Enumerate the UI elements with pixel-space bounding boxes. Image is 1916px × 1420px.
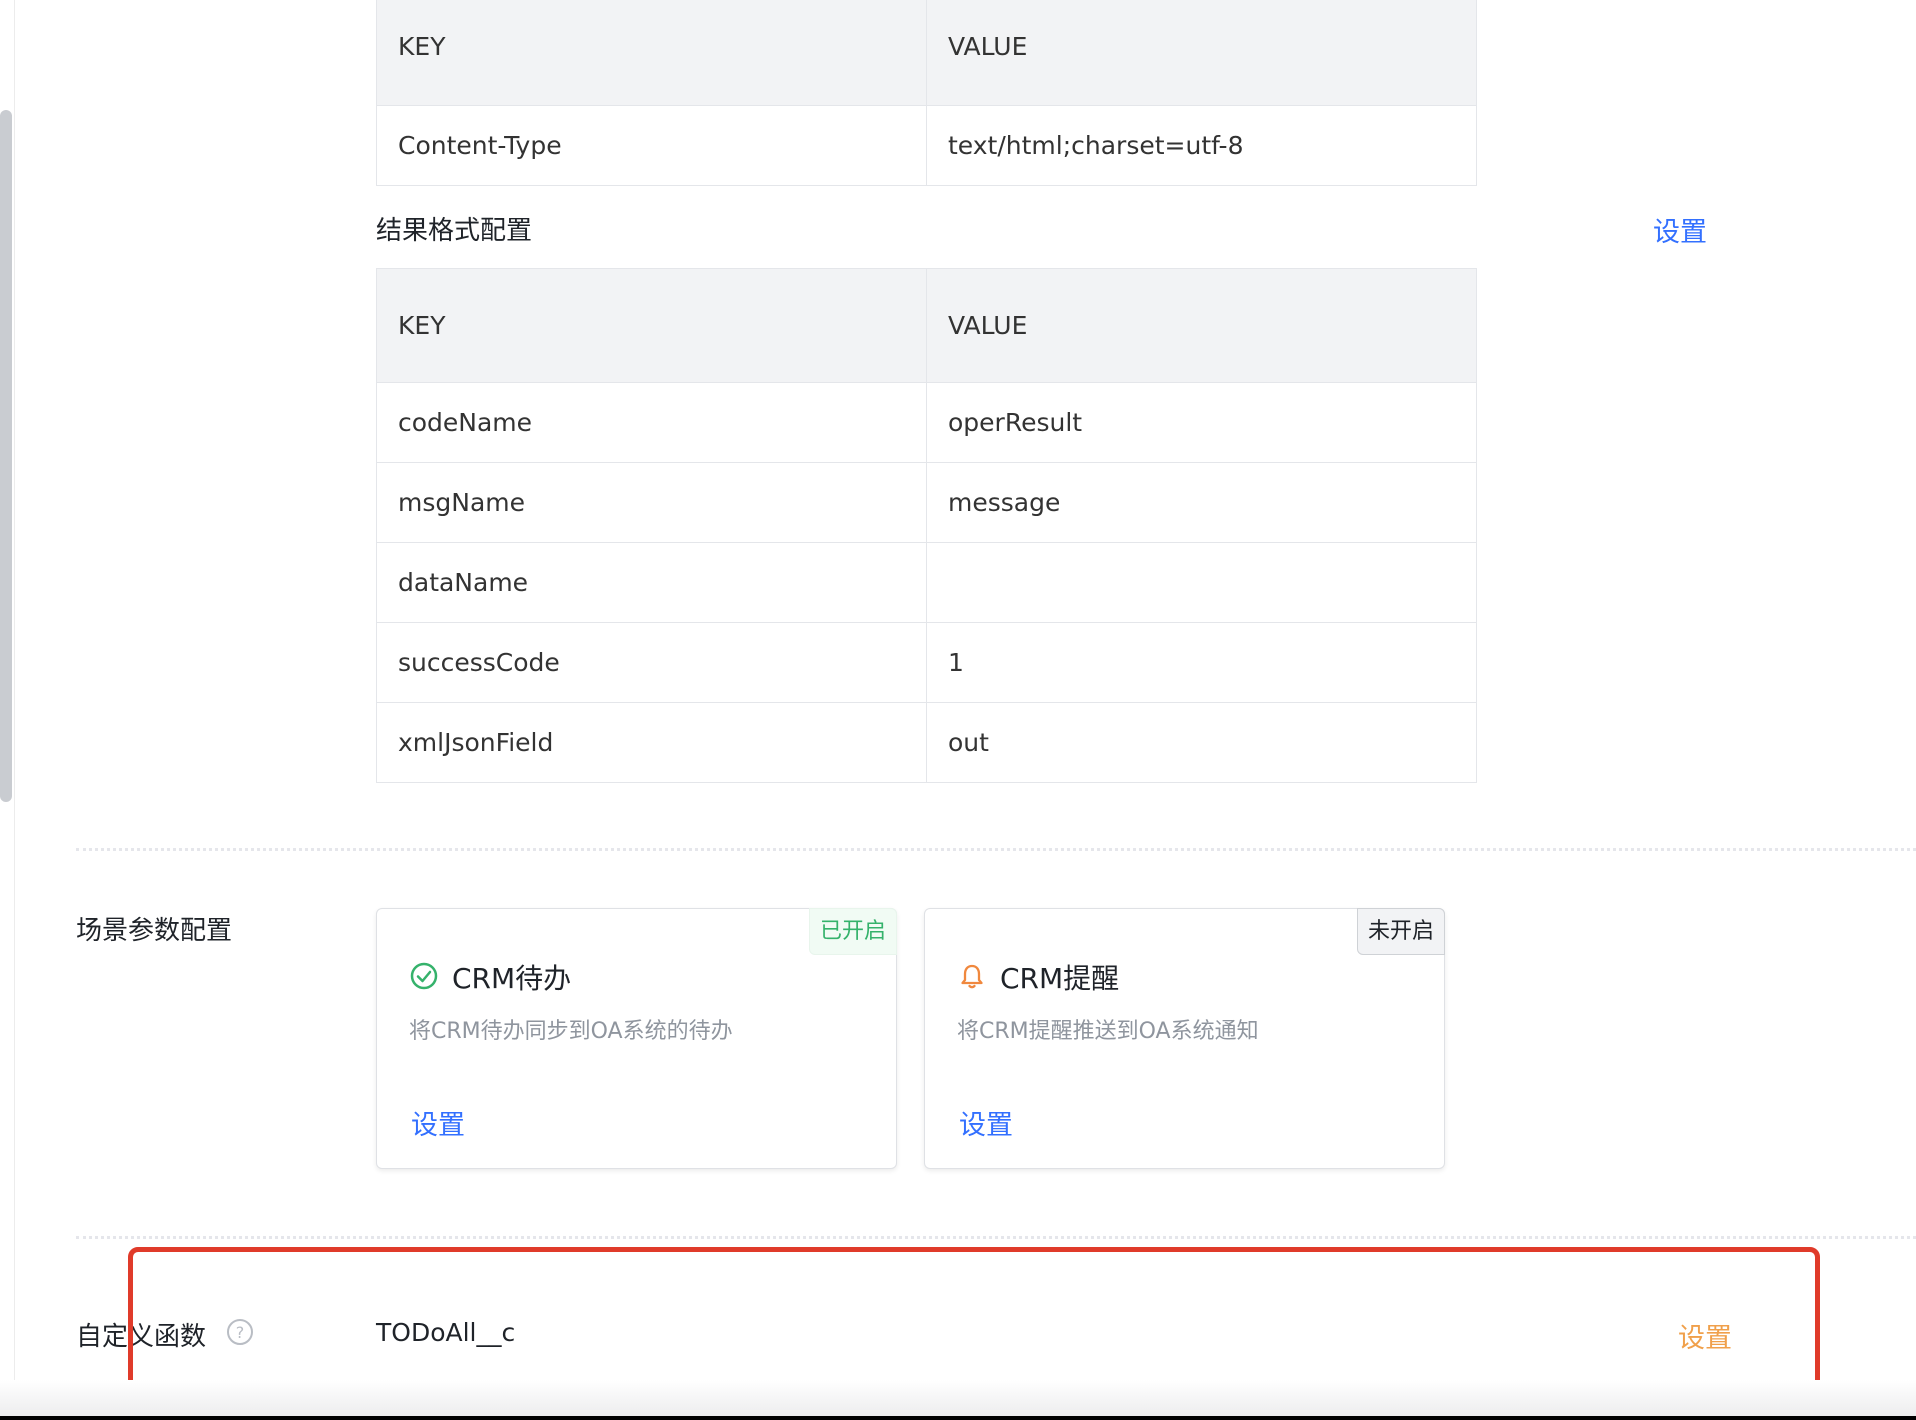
column-header-value: VALUE: [926, 0, 1477, 106]
scene-card-name: CRM提醒: [1000, 962, 1120, 995]
status-badge-enabled: 已开启: [808, 908, 897, 955]
column-header-value: VALUE: [926, 268, 1477, 383]
column-header-key: KEY: [376, 0, 927, 106]
scene-card-crm-reminder: 未开启 CRM提醒 将CRM提醒推送到OA系统通知 设置: [924, 908, 1445, 1169]
cell-key: successCode: [376, 622, 927, 703]
page-left-edge: [14, 0, 15, 1420]
result-format-title: 结果格式配置: [376, 216, 533, 246]
scene-card-description: 将CRM待办同步到OA系统的待办: [409, 1019, 733, 1044]
scene-card-description: 将CRM提醒推送到OA系统通知: [957, 1019, 1259, 1044]
bell-icon: [961, 964, 983, 989]
scene-params-title: 场景参数配置: [76, 916, 233, 946]
header-params-table: KEY VALUE Content-Type text/html;charset…: [376, 0, 1477, 186]
result-format-table: KEY VALUE codeName operResult msgName me…: [376, 268, 1477, 783]
vertical-scrollbar[interactable]: [0, 110, 12, 802]
cell-value: text/html;charset=utf-8: [926, 105, 1477, 186]
cell-value: out: [926, 702, 1477, 783]
section-divider: [76, 848, 1916, 851]
table-header-row: KEY VALUE: [376, 0, 1477, 106]
table-row: codeName operResult: [376, 382, 1477, 463]
column-header-key: KEY: [376, 268, 927, 383]
table-header-row: KEY VALUE: [376, 268, 1477, 383]
bottom-fade: [0, 1380, 1916, 1416]
cell-key: xmlJsonField: [376, 702, 927, 783]
scene-card-name: CRM待办: [452, 962, 572, 995]
section-divider: [76, 1236, 1916, 1239]
scene-card-settings-link[interactable]: 设置: [959, 1103, 1013, 1142]
scene-card-settings-link[interactable]: 设置: [411, 1103, 465, 1142]
bottom-border: [0, 1416, 1916, 1420]
table-row: successCode 1: [376, 622, 1477, 703]
table-row: Content-Type text/html;charset=utf-8: [376, 105, 1477, 186]
table-row: xmlJsonField out: [376, 702, 1477, 783]
cell-value: message: [926, 462, 1477, 543]
cell-value: operResult: [926, 382, 1477, 463]
cell-key: Content-Type: [376, 105, 927, 186]
annotation-highlight-box: [128, 1247, 1820, 1394]
result-format-settings-link[interactable]: 设置: [1653, 210, 1707, 249]
status-badge-disabled: 未开启: [1356, 908, 1445, 955]
cell-key: dataName: [376, 542, 927, 623]
scene-card-crm-todo: 已开启 CRM待办 将CRM待办同步到OA系统的待办 设置: [376, 908, 897, 1169]
cell-key: codeName: [376, 382, 927, 463]
check-circle-icon: [410, 962, 438, 990]
table-row: msgName message: [376, 462, 1477, 543]
table-row: dataName: [376, 542, 1477, 623]
cell-key: msgName: [376, 462, 927, 543]
cell-value: 1: [926, 622, 1477, 703]
cell-value: [926, 542, 1477, 623]
